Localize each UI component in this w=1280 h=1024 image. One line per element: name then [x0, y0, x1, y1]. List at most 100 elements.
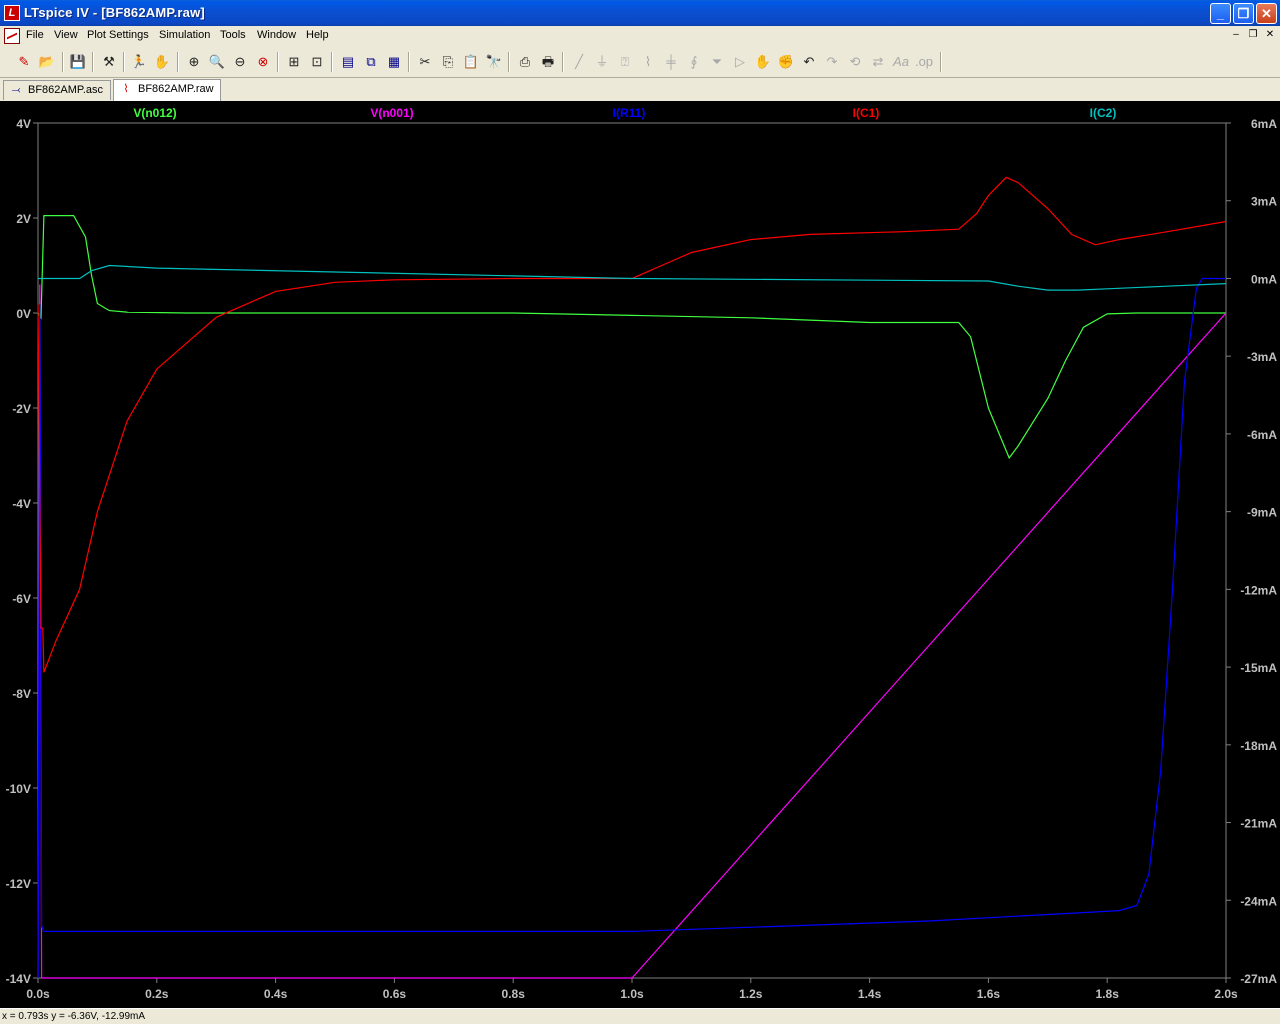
y-right-tick-label: -9mA [1247, 506, 1277, 520]
x-tick-label: 0.2s [145, 987, 169, 1001]
series-i-c1- [37, 176, 1227, 673]
tab-waveform[interactable]: ⌇ BF862AMP.raw [113, 79, 221, 101]
control-panel-icon[interactable]: ⚒ [99, 51, 119, 73]
tab-schematic[interactable]: ⤙ BF862AMP.asc [3, 80, 111, 100]
open-icon[interactable]: 📂 [37, 51, 57, 73]
menu-plot-settings[interactable]: Plot Settings [87, 29, 149, 41]
mdi-minimize-icon[interactable]: – [1228, 28, 1244, 42]
waveform-doc-icon[interactable] [4, 28, 20, 44]
text-icon[interactable]: Aa [891, 51, 911, 73]
y-left-tick-label: -12V [6, 877, 31, 891]
series-v-n012- [37, 214, 1226, 460]
copy-icon[interactable]: ⎘ [438, 51, 458, 73]
close-icon[interactable]: ✕ [1256, 3, 1277, 24]
capacitor-icon[interactable]: ╪ [661, 51, 681, 73]
resistor-icon[interactable]: ⌇ [638, 51, 658, 73]
status-bar: x = 0.793s y = -6.36V, -12.99mA [0, 1008, 1280, 1024]
y-right-tick-label: 3mA [1251, 195, 1277, 209]
y-left-tick-label: 4V [16, 117, 31, 131]
toolbar-separator [92, 52, 94, 72]
waveform-chart[interactable]: 4V 2V 0V -2V -4V -6V -8V -10V -12V -14V 6mA 3mA 0mA -… [0, 101, 1280, 1008]
x-tick-label: 1.4s [858, 987, 882, 1001]
new-schematic-icon[interactable]: ✎ [14, 51, 34, 73]
label-icon[interactable]: ⍰ [615, 51, 635, 73]
cancel-zoom-icon[interactable]: ⊗ [253, 51, 273, 73]
menu-window[interactable]: Window [257, 29, 296, 41]
x-tick-label: 1.0s [620, 987, 644, 1001]
find-icon[interactable]: 🔭 [484, 51, 504, 73]
waveform-plot-pane[interactable]: 4V 2V 0V -2V -4V -6V -8V -10V -12V -14V 6mA 3mA 0mA -… [0, 101, 1280, 1008]
print-icon[interactable]: 🖶 [538, 51, 558, 73]
schematic-icon: ⤙ [11, 84, 21, 96]
ground-icon[interactable]: ⏚ [592, 51, 612, 73]
autorange-icon[interactable]: ⊞ [284, 51, 304, 73]
document-tabs: ⤙ BF862AMP.asc ⌇ BF862AMP.raw [0, 78, 1280, 101]
rotate-icon[interactable]: ⟲ [845, 51, 865, 73]
minimize-icon[interactable]: _ [1210, 3, 1231, 24]
y-right-tick-label: -24mA [1240, 894, 1277, 908]
toolbar-separator [62, 52, 64, 72]
waveform-icon: ⌇ [123, 83, 129, 95]
mdi-restore-icon[interactable]: ❐ [1245, 28, 1261, 42]
toolbar-separator [277, 52, 279, 72]
y-left-tick-label: -10V [6, 782, 31, 796]
tile-horizontal-icon[interactable]: ▦ [384, 51, 404, 73]
legend-i-c2-: I(C2) [1090, 106, 1117, 120]
x-tick-label: 2.0s [1214, 987, 1238, 1001]
toolbar: ✎ 📂 💾 ⚒ 🏃 ✋ ⊕ 🔍 ⊖ ⊗ ⊞ ⊡ ▤ ⧉ ▦ ✂ ⎘ 📋 🔭 ⎙ … [0, 46, 1280, 78]
y-right-tick-label: -21mA [1240, 817, 1277, 831]
run-icon[interactable]: 🏃 [129, 51, 149, 73]
cascade-icon[interactable]: ⧉ [361, 51, 381, 73]
mdi-close-icon[interactable]: ✕ [1262, 28, 1278, 42]
y-right-tick-label: 0mA [1251, 272, 1277, 286]
print-setup-icon[interactable]: ⎙ [515, 51, 535, 73]
menu-help[interactable]: Help [306, 29, 329, 41]
series-i-c2- [38, 264, 1227, 291]
y-right-tick-label: -18mA [1240, 739, 1277, 753]
mark-icon[interactable]: ⊡ [307, 51, 327, 73]
paste-icon[interactable]: 📋 [461, 51, 481, 73]
redo-icon[interactable]: ↷ [822, 51, 842, 73]
tile-vertical-icon[interactable]: ▤ [338, 51, 358, 73]
legend-i-r11-: I(R11) [613, 106, 646, 120]
window-title: LTspice IV - [BF862AMP.raw] [24, 5, 205, 20]
legend-v-n012-: V(n012) [133, 106, 176, 120]
y-right-tick-label: -6mA [1247, 428, 1277, 442]
y-left-tick-label: -2V [12, 402, 31, 416]
y-right-tick-label: -12mA [1240, 583, 1277, 597]
ltspice-logo-icon[interactable]: L [4, 5, 20, 21]
halt-icon[interactable]: ✋ [152, 51, 172, 73]
toolbar-separator [123, 52, 125, 72]
toolbar-separator [177, 52, 179, 72]
move-icon[interactable]: ✋ [753, 51, 773, 73]
zoom-in-icon[interactable]: ⊕ [184, 51, 204, 73]
menu-simulation[interactable]: Simulation [159, 29, 210, 41]
y-left-tick-label: 2V [16, 212, 31, 226]
toolbar-separator [562, 52, 564, 72]
diode-icon[interactable]: ⏷ [707, 51, 727, 73]
tab-label: BF862AMP.raw [138, 83, 214, 95]
cursor-readout: x = 0.793s y = -6.36V, -12.99mA [2, 1011, 146, 1022]
undo-icon[interactable]: ↶ [799, 51, 819, 73]
plot-frame [37, 122, 1227, 979]
menu-view[interactable]: View [54, 29, 78, 41]
y-right-tick-label: -3mA [1247, 350, 1277, 364]
maximize-icon[interactable]: ❐ [1233, 3, 1254, 24]
cut-icon[interactable]: ✂ [415, 51, 435, 73]
zoom-full-icon[interactable]: ⊖ [230, 51, 250, 73]
mirror-icon[interactable]: ⇄ [868, 51, 888, 73]
save-icon[interactable]: 💾 [68, 51, 88, 73]
inductor-icon[interactable]: ∮ [684, 51, 704, 73]
spice-directive-icon[interactable]: .op [914, 51, 934, 73]
menu-bar: File View Plot Settings Simulation Tools… [0, 26, 1280, 46]
menu-tools[interactable]: Tools [220, 29, 246, 41]
y-left-tick-label: -6V [12, 592, 31, 606]
zoom-out-icon[interactable]: 🔍 [207, 51, 227, 73]
x-tick-label: 1.8s [1096, 987, 1120, 1001]
menu-file[interactable]: File [26, 29, 44, 41]
drag-icon[interactable]: ✊ [776, 51, 796, 73]
title-bar[interactable]: L LTspice IV - [BF862AMP.raw] _ ❐ ✕ [0, 0, 1280, 26]
wire-icon[interactable]: ╱ [569, 51, 589, 73]
component-icon[interactable]: ▷ [730, 51, 750, 73]
y-right-tick-label: -15mA [1240, 661, 1277, 675]
